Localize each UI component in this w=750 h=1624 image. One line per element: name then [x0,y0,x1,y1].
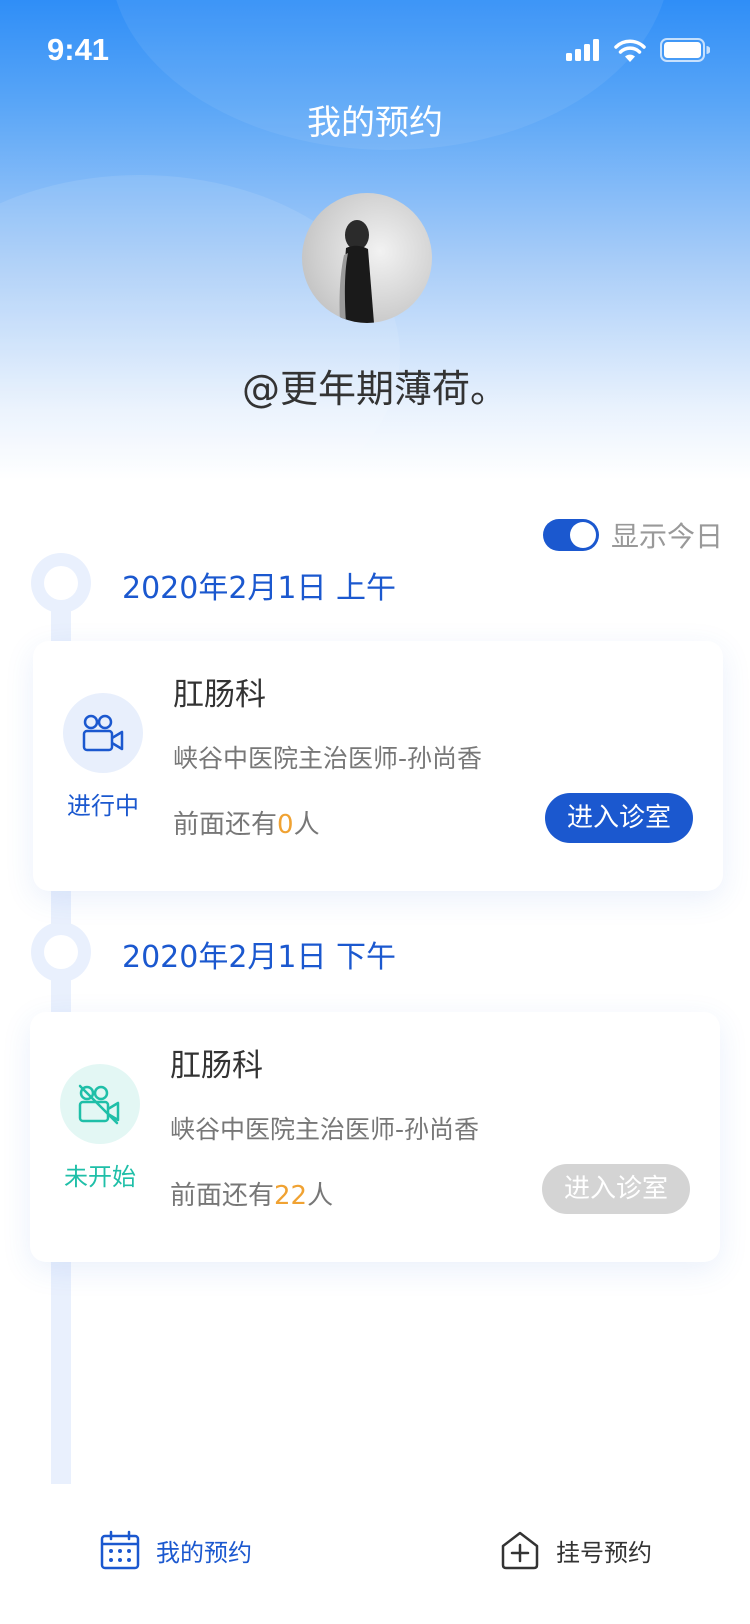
appointment-date: 2020年2月1日 下午 [122,940,397,975]
cellular-signal-icon [566,39,599,61]
page-title: 我的预约 [307,103,443,143]
wifi-icon [614,39,646,62]
video-camera-off-icon [78,1084,120,1125]
queue-info: 前面还有0人 [173,804,320,841]
status-icons [566,38,710,62]
department-name: 肛肠科 [170,1048,263,1084]
queue-prefix: 前面还有 [173,810,278,840]
avatar-photo [339,220,374,323]
queue-suffix: 人 [293,810,320,840]
queue-suffix: 人 [307,1181,334,1211]
appointment-date: 2020年2月1日 上午 [122,571,397,606]
avatar[interactable] [302,193,432,323]
username: @更年期薄荷。 [241,367,508,411]
tab-label: 我的预约 [156,1538,252,1567]
video-camera-icon [82,714,124,752]
bottom-tab-bar: 我的预约 挂号预约 [0,1484,750,1624]
queue-count: 0 [277,810,294,840]
tab-register-appointment[interactable]: 挂号预约 [500,1530,652,1570]
status-time: 9:41 [47,32,110,67]
show-today-filter: 显示今日 [542,515,723,555]
show-today-toggle[interactable] [542,519,599,551]
status-bar: 9:41 [0,0,750,100]
doctor-info: 峡谷中医院主治医师-孙尚香 [170,1115,480,1144]
queue-info: 前面还有22人 [170,1175,333,1212]
tab-my-appointments[interactable]: 我的预约 [100,1530,252,1570]
doctor-info: 峡谷中医院主治医师-孙尚香 [173,744,483,773]
battery-icon [660,38,710,62]
enter-room-button[interactable]: 进入诊室 [545,793,693,843]
status-icon-wrap [60,1064,140,1144]
appointment-status: 进行中 [67,792,139,820]
department-name: 肛肠科 [173,677,266,713]
timeline-dot [31,922,91,982]
appointment-card[interactable]: 进行中 肛肠科 峡谷中医院主治医师-孙尚香 前面还有0人 进入诊室 [33,641,723,891]
calendar-icon [100,1530,140,1570]
enter-room-button[interactable]: 进入诊室 [542,1164,690,1214]
timeline-dot [31,553,91,613]
queue-prefix: 前面还有 [170,1181,275,1211]
queue-count: 22 [274,1181,308,1211]
show-today-label: 显示今日 [610,520,723,553]
status-icon-wrap [63,693,143,773]
appointment-card[interactable]: 未开始 肛肠科 峡谷中医院主治医师-孙尚香 前面还有22人 进入诊室 [30,1012,720,1262]
add-house-icon [501,1531,539,1570]
tab-label: 挂号预约 [556,1538,652,1567]
appointment-status: 未开始 [64,1163,136,1191]
toggle-knob [569,522,596,548]
